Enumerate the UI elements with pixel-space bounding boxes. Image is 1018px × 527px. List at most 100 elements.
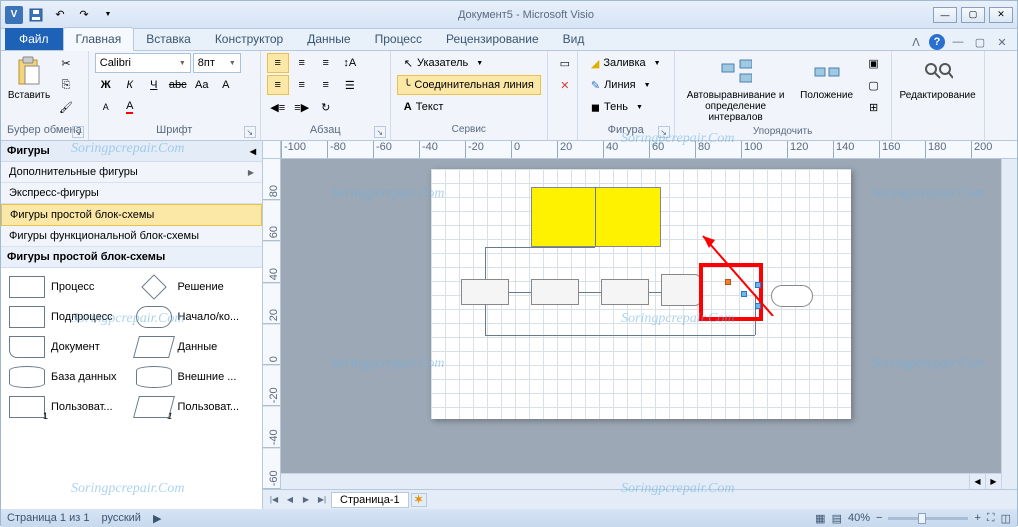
pointer-tool-button[interactable]: ↖Указатель▼	[397, 53, 490, 73]
increase-indent-button[interactable]: ≡▶	[291, 97, 313, 117]
shape-document[interactable]: Документ	[5, 332, 132, 362]
undo-button[interactable]: ↶	[49, 5, 71, 25]
first-page-button[interactable]: |◀	[267, 495, 281, 504]
doc-restore-button[interactable]: ▢	[971, 34, 989, 50]
shape-subprocess[interactable]: Подпроцесс	[5, 302, 132, 332]
connection-point[interactable]	[741, 291, 747, 297]
shape-process[interactable]: Процесс	[5, 272, 132, 302]
add-page-button[interactable]: ✶	[411, 493, 427, 507]
shape-decision[interactable]: Решение	[132, 272, 259, 302]
copy-button[interactable]: ⎘	[55, 75, 77, 95]
align-bottom-button[interactable]: ≡	[315, 53, 337, 73]
fit-page-button[interactable]: ⛶	[987, 512, 995, 525]
connector-tool-button[interactable]: ╰Соединительная линия	[397, 75, 541, 95]
save-button[interactable]	[25, 5, 47, 25]
view-icon-2[interactable]: ▤	[832, 512, 842, 525]
strikethrough-button[interactable]: abc	[167, 75, 189, 95]
status-language[interactable]: русский	[101, 512, 140, 524]
qat-dropdown[interactable]: ▼	[97, 5, 119, 25]
fill-button[interactable]: ◢Заливка▼	[584, 53, 668, 73]
zoom-slider[interactable]	[888, 517, 968, 520]
home-tab[interactable]: Главная	[63, 27, 135, 51]
shapes-pane-header[interactable]: Фигуры◀	[1, 141, 262, 162]
decrease-indent-button[interactable]: ◀≡	[267, 97, 289, 117]
position-button[interactable]: Положение	[795, 53, 859, 104]
underline-button[interactable]: Ч	[143, 75, 165, 95]
shape-custom1[interactable]: Пользоват...	[5, 392, 132, 422]
drawing-page[interactable]	[431, 169, 851, 419]
doc-close-button[interactable]: ✕	[993, 34, 1011, 50]
align-right-button[interactable]: ≡	[315, 75, 337, 95]
align-center-button[interactable]: ≡	[291, 75, 313, 95]
more-shapes-item[interactable]: Дополнительные фигуры▶	[1, 162, 262, 183]
terminator-shape[interactable]	[771, 285, 813, 307]
shape-custom2[interactable]: Пользоват...	[132, 392, 259, 422]
doc-minimize-button[interactable]: —	[949, 34, 967, 50]
minimize-ribbon-button[interactable]: ᐱ	[907, 34, 925, 50]
functional-flowchart-item[interactable]: Фигуры функциональной блок-схемы	[1, 226, 262, 247]
format-painter-button[interactable]: 🖌	[55, 97, 77, 117]
group-button[interactable]: ⊞	[863, 97, 885, 117]
zoom-in-button[interactable]: +	[974, 512, 980, 524]
prev-page-button[interactable]: ◀	[283, 495, 297, 504]
visio-icon[interactable]: V	[5, 6, 23, 24]
send-back-button[interactable]: ▢	[863, 75, 885, 95]
paragraph-launcher[interactable]: ↘	[374, 126, 386, 138]
basic-flowchart-item[interactable]: Фигуры простой блок-схемы	[1, 204, 262, 226]
canvas[interactable]	[281, 159, 1017, 489]
zoom-out-button[interactable]: −	[876, 512, 882, 524]
text-direction-button[interactable]: ↕A	[339, 53, 361, 73]
text-tool-button[interactable]: AТекст	[397, 97, 451, 117]
help-button[interactable]: ?	[929, 34, 945, 50]
bold-button[interactable]: Ж	[95, 75, 117, 95]
shape-database[interactable]: База данных	[5, 362, 132, 392]
insert-tab[interactable]: Вставка	[134, 28, 203, 50]
paste-button[interactable]: Вставить	[7, 53, 51, 104]
align-middle-button[interactable]: ≡	[291, 53, 313, 73]
delete-tool-button[interactable]: ✕	[554, 75, 576, 95]
font-name-combo[interactable]: Calibri▼	[95, 53, 191, 73]
view-icon-1[interactable]: ▦	[815, 512, 825, 525]
last-page-button[interactable]: ▶|	[315, 495, 329, 504]
status-record-icon[interactable]: ▶	[153, 512, 161, 525]
yellow-box-shape[interactable]	[531, 187, 661, 247]
shape-startend[interactable]: Начало/ко...	[132, 302, 259, 332]
connection-point[interactable]	[755, 303, 761, 309]
next-page-button[interactable]: ▶	[299, 495, 313, 504]
box-shape-2[interactable]	[531, 279, 579, 305]
align-left-button[interactable]: ≡	[267, 75, 289, 95]
redo-button[interactable]: ↷	[73, 5, 95, 25]
process-tab[interactable]: Процесс	[363, 28, 434, 50]
design-tab[interactable]: Конструктор	[203, 28, 295, 50]
minimize-button[interactable]: —	[933, 7, 957, 23]
shadow-button[interactable]: ◼Тень▼	[584, 97, 668, 117]
bring-front-button[interactable]: ▣	[863, 53, 885, 73]
clipboard-launcher[interactable]: ↘	[72, 126, 84, 138]
font-size-combo[interactable]: 8пт▼	[193, 53, 241, 73]
fullscreen-button[interactable]: ◫	[1001, 512, 1011, 525]
rectangle-tool-button[interactable]: ▭	[554, 53, 576, 73]
box-shape-1[interactable]	[461, 279, 509, 305]
view-tab[interactable]: Вид	[551, 28, 597, 50]
box-shape-4[interactable]	[661, 274, 701, 306]
bullets-button[interactable]: ☰	[339, 75, 361, 95]
data-tab[interactable]: Данные	[295, 28, 362, 50]
italic-button[interactable]: К	[119, 75, 141, 95]
change-case-button[interactable]: Aa	[191, 75, 213, 95]
connection-point[interactable]	[725, 279, 731, 285]
horizontal-scrollbar[interactable]: ◀▶	[281, 473, 1001, 489]
font-color-button[interactable]: A	[119, 97, 141, 117]
file-tab[interactable]: Файл	[5, 28, 63, 50]
font-launcher[interactable]: ↘	[244, 126, 256, 138]
quick-shapes-item[interactable]: Экспресс-фигуры	[1, 183, 262, 204]
shape-external[interactable]: Внешние ...	[132, 362, 259, 392]
shape-data[interactable]: Данные	[132, 332, 259, 362]
auto-align-button[interactable]: Автовыравнивание и определение интервало…	[681, 53, 791, 126]
rotate-text-button[interactable]: ↻	[315, 97, 337, 117]
connection-point[interactable]	[755, 282, 761, 288]
line-button[interactable]: ✎Линия▼	[584, 75, 668, 95]
cut-button[interactable]: ✂	[55, 53, 77, 73]
page-tab-1[interactable]: Страница-1	[331, 492, 409, 508]
align-top-button[interactable]: ≡	[267, 53, 289, 73]
close-button[interactable]: ✕	[989, 7, 1013, 23]
